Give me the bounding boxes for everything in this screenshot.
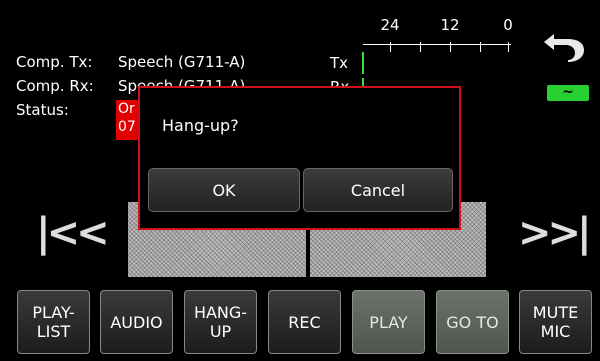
goto-button[interactable]: GO TO: [436, 290, 509, 354]
ok-button[interactable]: OK: [148, 168, 300, 212]
playlist-button[interactable]: PLAY- LIST: [17, 290, 90, 354]
comp-tx-label: Comp. Tx:: [16, 53, 93, 71]
meter-baseline: [363, 44, 511, 45]
tx-level-bar: [362, 52, 364, 74]
cancel-button[interactable]: Cancel: [303, 168, 453, 212]
skip-back-button[interactable]: |<<: [36, 210, 110, 256]
bottom-toolbar: PLAY- LIST AUDIO HANG- UP REC PLAY GO TO…: [0, 288, 600, 361]
comp-rx-label: Comp. Rx:: [16, 77, 94, 95]
play-button[interactable]: PLAY: [352, 290, 425, 354]
mute-mic-button[interactable]: MUTE MIC: [519, 290, 592, 354]
tx-label: Tx: [330, 54, 349, 72]
skip-forward-button[interactable]: >>|: [518, 210, 592, 256]
hangup-dialog: Hang-up? OK Cancel: [138, 86, 461, 230]
level-meter-scale: 24 12 0: [358, 8, 518, 52]
undo-arrow-icon: [544, 34, 584, 62]
dialog-title: Hang-up?: [162, 116, 239, 135]
status-label: Status:: [16, 101, 69, 119]
tilde-status-icon: ~: [547, 85, 589, 101]
audio-button[interactable]: AUDIO: [100, 290, 173, 354]
rec-button[interactable]: REC: [268, 290, 341, 354]
comp-tx-value: Speech (G711-A): [118, 53, 246, 71]
hangup-button[interactable]: HANG- UP: [184, 290, 257, 354]
back-button[interactable]: [540, 28, 588, 62]
meter-tick-label: 12: [440, 16, 460, 34]
meter-tick-label: 24: [380, 16, 400, 34]
comp-tx-row: Comp. Tx: Speech (G711-A): [16, 52, 245, 72]
meter-tick-label: 0: [503, 16, 513, 34]
status-row: Status:: [16, 100, 118, 120]
